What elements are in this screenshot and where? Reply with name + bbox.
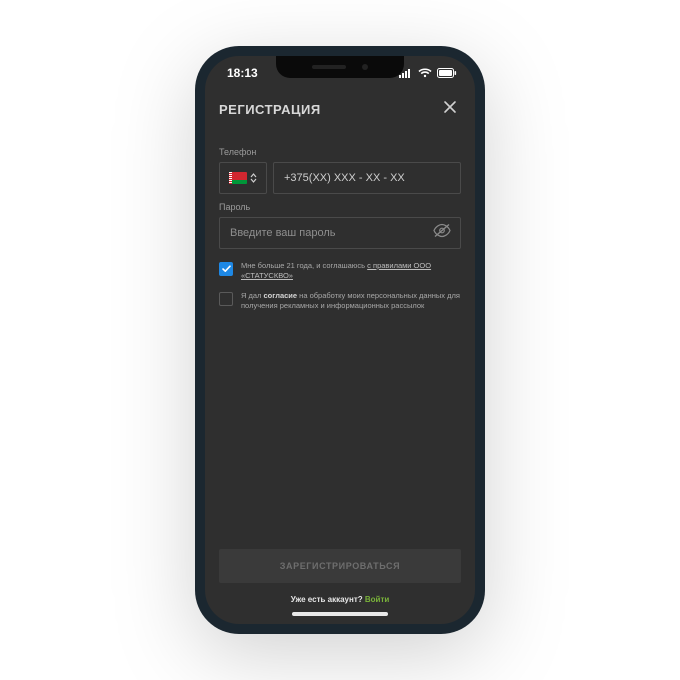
phone-label: Телефон xyxy=(219,147,461,157)
country-code-select[interactable] xyxy=(219,162,267,194)
battery-icon xyxy=(437,68,457,78)
select-chevrons-icon xyxy=(250,173,257,183)
phone-frame: 18:13 РЕГИСТРАЦИЯ Телефон xyxy=(195,46,485,634)
login-link[interactable]: Войти xyxy=(365,595,389,604)
login-prompt: Уже есть аккаунт? Войти xyxy=(219,595,461,604)
password-label: Пароль xyxy=(219,202,461,212)
page-title: РЕГИСТРАЦИЯ xyxy=(219,102,321,117)
status-time: 18:13 xyxy=(227,66,258,80)
close-button[interactable] xyxy=(439,96,461,123)
device-notch xyxy=(276,56,404,78)
bottom-area: ЗАРЕГИСТРИРОВАТЬСЯ Уже есть аккаунт? Вой… xyxy=(205,549,475,624)
password-input[interactable] xyxy=(219,217,461,249)
agree-rules-text: Мне больше 21 года, и соглашаюсь с прави… xyxy=(241,261,461,281)
agree-rules-checkbox[interactable] xyxy=(219,262,233,276)
phone-input[interactable] xyxy=(273,162,461,194)
wifi-icon xyxy=(418,68,432,78)
phone-screen: 18:13 РЕГИСТРАЦИЯ Телефон xyxy=(205,56,475,624)
toggle-password-visibility[interactable] xyxy=(429,220,455,247)
checkmark-icon xyxy=(222,265,231,273)
register-button[interactable]: ЗАРЕГИСТРИРОВАТЬСЯ xyxy=(219,549,461,583)
home-indicator[interactable] xyxy=(292,612,388,616)
registration-form: Телефон Пароль xyxy=(205,135,475,549)
eye-off-icon xyxy=(433,224,451,238)
agree-marketing-checkbox[interactable] xyxy=(219,292,233,306)
modal-header: РЕГИСТРАЦИЯ xyxy=(205,90,475,135)
agree-marketing-text: Я дал согласие на обработку моих персона… xyxy=(241,291,461,311)
belarus-flag-icon xyxy=(229,172,247,184)
close-icon xyxy=(443,100,457,114)
